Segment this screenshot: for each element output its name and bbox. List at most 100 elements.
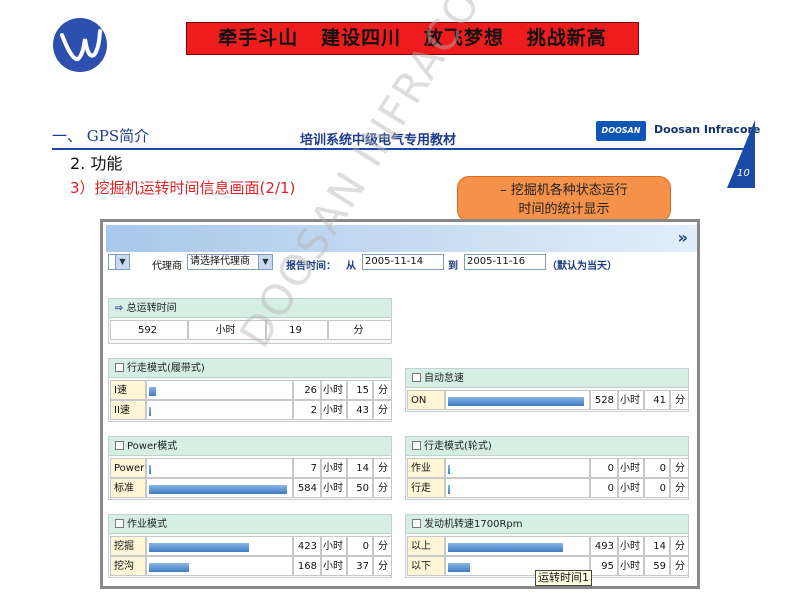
- work-mode-panel: 作业模式 挖掘 423 小时 0 分 挖沟 168 小时 37 分: [108, 514, 392, 578]
- travel-wheel-header: 行走模式(轮式): [406, 437, 688, 456]
- row-label: 以下: [407, 556, 445, 576]
- row-minutes-unit: 分: [670, 458, 689, 478]
- row-bar-cell: [445, 458, 590, 478]
- to-label: 到: [448, 261, 458, 272]
- row-minutes-unit: 分: [373, 556, 392, 576]
- row-minutes-unit: 分: [373, 478, 392, 498]
- row-bar-cell: [146, 536, 293, 556]
- row-minutes: 43: [347, 400, 373, 420]
- row-hours: 95: [590, 556, 618, 576]
- engine-speed-header: 发动机转速1700Rpm: [406, 515, 688, 534]
- travel-crawler-checkbox[interactable]: [115, 363, 124, 372]
- power-mode-header: Power模式: [109, 437, 391, 456]
- runtime-bar: [448, 563, 470, 572]
- row-hours: 423: [293, 536, 321, 556]
- section-title: 一、 GPS简介: [52, 127, 150, 145]
- travel-crawler-title: 行走模式(履带式): [127, 363, 205, 374]
- row-minutes-unit: 分: [373, 380, 392, 400]
- double-chevron-right-icon[interactable]: »: [678, 228, 688, 247]
- row-hours: 168: [293, 556, 321, 576]
- total-runtime-title: 总运转时间: [126, 303, 177, 314]
- row-hours: 7: [293, 458, 321, 478]
- auto-idle-checkbox[interactable]: [412, 373, 421, 382]
- row-minutes: 0: [644, 478, 670, 498]
- row-hours-unit: 小时: [321, 536, 347, 556]
- travel-wheel-title: 行走模式(轮式): [424, 441, 492, 452]
- doosan-logo-icon: DOOSAN: [596, 121, 646, 141]
- runtime-tooltip: 运转时间1: [535, 570, 592, 586]
- row-bar-cell: [146, 478, 293, 498]
- row-hours-unit: 小时: [321, 458, 347, 478]
- row-minutes: 41: [644, 390, 670, 410]
- row-label: 挖掘: [110, 536, 146, 556]
- row-bar-cell: [445, 390, 590, 410]
- dealer-select[interactable]: 请选择代理商 ▼: [187, 254, 273, 270]
- row-hours-unit: 小时: [618, 458, 644, 478]
- document-subtitle: 培训系统中级电气专用教材: [300, 133, 457, 148]
- travel-crawler-header: 行走模式(履带式): [109, 359, 391, 378]
- from-date-input[interactable]: 2005-11-14: [362, 254, 444, 270]
- auto-idle-header: 自动怠速: [406, 369, 688, 388]
- callout-line-2: 时间的统计显示: [518, 202, 610, 217]
- row-hours-unit: 小时: [321, 400, 347, 420]
- row-bar-cell: [146, 458, 293, 478]
- row-hours: 528: [590, 390, 618, 410]
- row-minutes-unit: 分: [373, 536, 392, 556]
- dealer-label: 代理商: [152, 261, 182, 272]
- row-hours-unit: 小时: [321, 478, 347, 498]
- arrow-right-icon: ⇨: [115, 303, 124, 314]
- row-label: 标准: [110, 478, 146, 498]
- total-minutes-unit: 分: [328, 320, 392, 340]
- row-bar-cell: [146, 556, 293, 576]
- engine-speed-title: 发动机转速1700Rpm: [424, 519, 523, 530]
- row-hours-unit: 小时: [618, 478, 644, 498]
- runtime-info-screen: » ▼ 代理商 请选择代理商 ▼ 报告时间： 从 2005-11-14 到 20…: [100, 219, 700, 589]
- row-minutes: 15: [347, 380, 373, 400]
- total-runtime-header: ⇨ 总运转时间: [109, 299, 391, 318]
- row-minutes-unit: 分: [670, 536, 689, 556]
- row-bar-cell: [146, 380, 293, 400]
- row-minutes: 0: [644, 458, 670, 478]
- row-minutes: 14: [347, 458, 373, 478]
- work-mode-header: 作业模式: [109, 515, 391, 534]
- chevron-down-icon[interactable]: ▼: [258, 255, 272, 269]
- row-minutes: 59: [644, 556, 670, 576]
- auto-idle-title: 自动怠速: [424, 373, 464, 384]
- row-hours: 493: [590, 536, 618, 556]
- chevron-down-icon[interactable]: ▼: [115, 255, 129, 269]
- row-label: 作业: [407, 458, 445, 478]
- default-hint: （默认为当天）: [547, 261, 617, 272]
- callout-note: – 挖掘机各种状态运行 时间的统计显示: [457, 176, 671, 222]
- row-label: ON: [407, 390, 445, 410]
- engine-speed-panel: 发动机转速1700Rpm 以上 493 小时 14 分 以下 95 小时 59 …: [405, 514, 689, 578]
- row-bar-cell: [445, 536, 590, 556]
- runtime-bar: [448, 465, 450, 474]
- auto-idle-panel: 自动怠速 ON 528 小时 41 分: [405, 368, 689, 412]
- report-time-label: 报告时间：: [286, 261, 336, 272]
- engine-speed-checkbox[interactable]: [412, 519, 421, 528]
- from-label: 从: [346, 261, 356, 272]
- runtime-bar: [448, 397, 584, 406]
- runtime-bar: [149, 485, 287, 494]
- total-hours: 592: [110, 320, 188, 340]
- filter-bar: ▼ 代理商 请选择代理商 ▼ 报告时间： 从 2005-11-14 到 2005…: [106, 254, 697, 276]
- row-label: Power: [110, 458, 146, 478]
- page-number: 10: [737, 168, 750, 179]
- power-mode-title: Power模式: [127, 441, 178, 452]
- row-hours-unit: 小时: [618, 390, 644, 410]
- travel-wheel-checkbox[interactable]: [412, 441, 421, 450]
- row-label: 行走: [407, 478, 445, 498]
- total-minutes: 19: [266, 320, 328, 340]
- row-label: 以上: [407, 536, 445, 556]
- to-date-input[interactable]: 2005-11-16: [464, 254, 546, 270]
- power-mode-checkbox[interactable]: [115, 441, 124, 450]
- runtime-bar: [149, 387, 156, 396]
- screen-top-bar: »: [106, 225, 697, 252]
- machine-select[interactable]: ▼: [108, 254, 130, 270]
- row-minutes-unit: 分: [670, 478, 689, 498]
- runtime-bar: [149, 543, 249, 552]
- runtime-bar: [448, 543, 563, 552]
- row-minutes: 14: [644, 536, 670, 556]
- work-mode-checkbox[interactable]: [115, 519, 124, 528]
- runtime-bar: [448, 485, 450, 494]
